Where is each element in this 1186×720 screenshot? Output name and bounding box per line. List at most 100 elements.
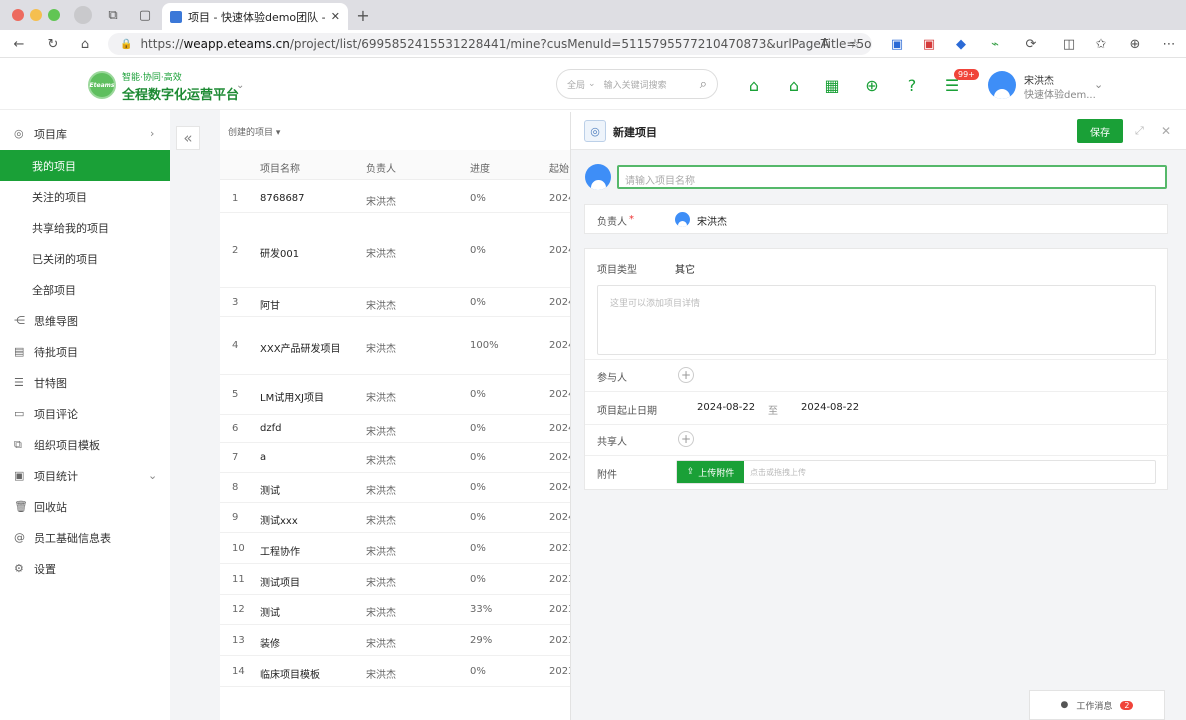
table-row[interactable]: 7 a 宋洪杰 0% 2024 xyxy=(220,443,574,473)
sidebar-item-my-projects[interactable]: 我的项目 xyxy=(0,150,170,181)
project-name[interactable]: 8768687 xyxy=(260,193,305,204)
collapse-sidebar-icon[interactable]: « xyxy=(176,126,200,150)
sidebar-item-all-projects[interactable]: 全部项目 xyxy=(0,274,170,305)
tab-actions-icon[interactable]: ▢ xyxy=(136,6,154,24)
sidebar-item-shared-projects[interactable]: 共享给我的项目 xyxy=(0,212,170,243)
list-filter-dropdown[interactable]: 创建的项目 ▾ xyxy=(228,125,280,138)
table-row[interactable]: 4 XXX产品研发项目 宋洪杰 100% 2024 xyxy=(220,317,574,375)
search-scope-select[interactable]: 全局 xyxy=(567,78,585,91)
project-name[interactable]: 装修 xyxy=(260,635,280,650)
close-window-button[interactable] xyxy=(12,9,24,21)
sidebar-item-statistics[interactable]: ▣ 项目统计 ⌄ xyxy=(0,460,170,491)
extension-4-icon[interactable]: ⌁ xyxy=(986,35,1004,53)
sidebar-item-pending[interactable]: ▤ 待批项目 xyxy=(0,336,170,367)
close-tab-icon[interactable]: ✕ xyxy=(331,10,340,23)
brand-switch-chevron-icon[interactable]: ⌄ xyxy=(236,80,244,91)
project-name[interactable]: 测试xxx xyxy=(260,512,298,527)
brand-logo[interactable]: Eteams xyxy=(88,71,116,99)
reload-icon[interactable]: ↻ xyxy=(44,35,62,53)
extension-1-icon[interactable]: ▣ xyxy=(888,35,906,53)
save-button[interactable]: 保存 xyxy=(1077,119,1123,143)
maximize-window-button[interactable] xyxy=(48,9,60,21)
project-name[interactable]: 测试 xyxy=(260,604,280,619)
new-tab-icon[interactable]: + xyxy=(354,6,372,25)
sidebar-item-employee-info[interactable]: @ 员工基础信息表 xyxy=(0,522,170,553)
sidebar-item-gantt[interactable]: ☰ 甘特图 xyxy=(0,367,170,398)
extension-5-icon[interactable]: ⟳ xyxy=(1022,35,1040,53)
project-name[interactable]: LM试用XJ项目 xyxy=(260,389,324,404)
table-row[interactable]: 2 研发001 宋洪杰 0% 2024 xyxy=(220,213,574,288)
project-name[interactable]: 测试 xyxy=(260,482,280,497)
sidebar-item-project-library[interactable]: ◎ 项目库 › xyxy=(0,118,170,149)
project-name[interactable]: 阿甘 xyxy=(260,297,280,312)
extensions-icon[interactable]: ⧉ xyxy=(104,6,122,24)
minimize-window-button[interactable] xyxy=(30,9,42,21)
sidebar-item-recycle-bin[interactable]: 🗑 回收站 xyxy=(0,491,170,522)
sidebar-item-label: 项目统计 xyxy=(34,469,78,483)
extension-2-icon[interactable]: ▣ xyxy=(920,35,938,53)
table-row[interactable]: 9 测试xxx 宋洪杰 0% 2024 xyxy=(220,503,574,533)
work-messages-button[interactable]: ● 工作消息 2 xyxy=(1029,690,1165,720)
sidebar-item-followed-projects[interactable]: 关注的项目 xyxy=(0,181,170,212)
type-value[interactable]: 其它 xyxy=(675,261,695,276)
sidebar-item-comments[interactable]: ▭ 项目评论 xyxy=(0,398,170,429)
project-name[interactable]: XXX产品研发项目 xyxy=(260,340,341,355)
user-avatar[interactable] xyxy=(988,71,1016,99)
collections-icon[interactable]: ⊕ xyxy=(1126,35,1144,53)
add-circle-icon[interactable]: ⊕ xyxy=(862,75,882,95)
project-name[interactable]: 研发001 xyxy=(260,245,299,260)
table-row[interactable]: 14 临床项目模板 宋洪杰 0% 2023 xyxy=(220,656,574,687)
search-icon[interactable]: ⌕ xyxy=(700,77,707,92)
search-input[interactable]: 输入关键词搜索 xyxy=(604,78,700,91)
profile-avatar-icon[interactable] xyxy=(74,6,92,24)
description-textarea[interactable]: 这里可以添加项目详情 xyxy=(597,285,1156,355)
table-row[interactable]: 10 工程协作 宋洪杰 0% 2023 xyxy=(220,533,574,564)
expand-icon[interactable]: ⤢ xyxy=(1135,124,1144,138)
upload-dropzone[interactable]: ⇪ 上传附件 点击或拖拽上传 xyxy=(676,460,1156,484)
more-menu-icon[interactable]: ⋯ xyxy=(1160,35,1178,53)
home-icon[interactable]: ⌂ xyxy=(744,75,764,95)
sidebar-item-mindmap[interactable]: ⋲ 思维导图 xyxy=(0,305,170,336)
apps-grid-icon[interactable]: ▦ xyxy=(822,75,842,95)
split-screen-icon[interactable]: ◫ xyxy=(1060,35,1078,53)
owner-value[interactable]: 宋洪杰 xyxy=(697,213,727,228)
project-name[interactable]: dzfd xyxy=(260,423,281,434)
home-icon[interactable]: ⌂ xyxy=(76,35,94,53)
browser-tab[interactable]: 项目 - 快速体验demo团队 - wi ✕ xyxy=(162,3,348,30)
upload-button[interactable]: ⇪ 上传附件 xyxy=(677,461,744,483)
table-row[interactable]: 11 测试项目 宋洪杰 0% 2023 xyxy=(220,564,574,595)
project-name-input[interactable]: 请输入项目名称 xyxy=(617,165,1167,189)
favorites-icon[interactable]: ✩ xyxy=(1092,35,1110,53)
extension-3-icon[interactable]: ◆ xyxy=(952,35,970,53)
back-icon[interactable]: ← xyxy=(10,35,28,53)
add-participant-icon[interactable]: + xyxy=(678,367,694,383)
sidebar-item-settings[interactable]: ⚙ 设置 xyxy=(0,553,170,584)
table-row[interactable]: 6 dzfd 宋洪杰 0% 2024 xyxy=(220,415,574,443)
table-row[interactable]: 8 测试 宋洪杰 0% 2024 xyxy=(220,473,574,503)
favorite-star-icon[interactable]: ☆ xyxy=(846,35,864,53)
project-name[interactable]: 工程协作 xyxy=(260,543,300,558)
sidebar-item-templates[interactable]: ⧉ 组织项目模板 xyxy=(0,429,170,460)
org-home-icon[interactable]: ⌂ xyxy=(784,75,804,95)
user-menu-chevron-icon[interactable]: ⌄ xyxy=(1094,78,1103,91)
table-row[interactable]: 3 阿甘 宋洪杰 0% 2024 xyxy=(220,288,574,317)
url-field[interactable]: 🔒 https://weapp.eteams.cn/project/list/6… xyxy=(108,33,872,55)
project-name[interactable]: 测试项目 xyxy=(260,574,300,589)
end-date-input[interactable]: 2024-08-22 xyxy=(801,402,859,413)
project-name[interactable]: a xyxy=(260,452,266,463)
owner-name: 宋洪杰 xyxy=(366,427,396,438)
project-name[interactable]: 临床项目模板 xyxy=(260,666,320,681)
global-search-box[interactable]: 全局 ⌄ 输入关键词搜索 ⌕ xyxy=(556,69,718,99)
table-row[interactable]: 13 装修 宋洪杰 29% 2023 xyxy=(220,625,574,656)
type-label: 项目类型 xyxy=(597,265,637,276)
sidebar-item-closed-projects[interactable]: 已关闭的项目 xyxy=(0,243,170,274)
start-date-input[interactable]: 2024-08-22 xyxy=(697,402,755,413)
table-row[interactable]: 1 8768687 宋洪杰 0% 2024 xyxy=(220,184,574,213)
progress-value: 0% xyxy=(470,389,486,400)
close-icon[interactable]: ✕ xyxy=(1161,124,1171,138)
add-sharer-icon[interactable]: + xyxy=(678,431,694,447)
help-icon[interactable]: ? xyxy=(902,75,922,95)
table-row[interactable]: 12 测试 宋洪杰 33% 2023 xyxy=(220,595,574,625)
read-aloud-icon[interactable]: A xyxy=(816,35,834,53)
table-row[interactable]: 5 LM试用XJ项目 宋洪杰 0% 2024 xyxy=(220,375,574,415)
